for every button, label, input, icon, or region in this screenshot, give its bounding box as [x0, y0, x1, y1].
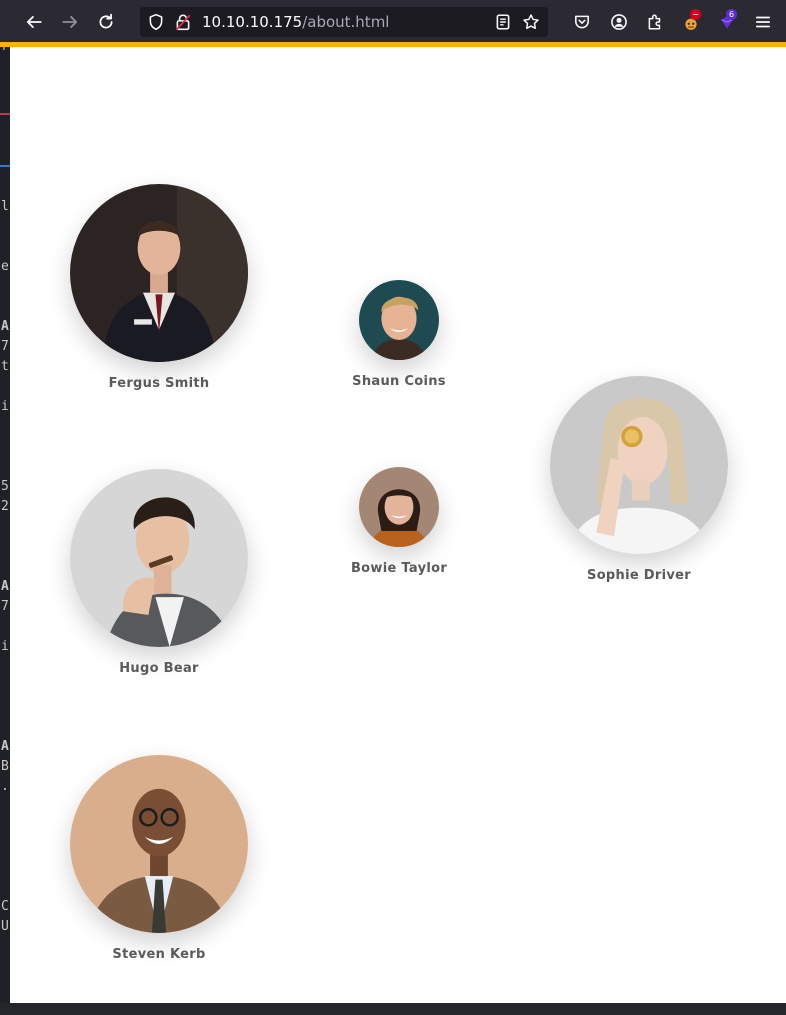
terminal-text: 7: [1, 599, 9, 614]
terminal-text: e: [1, 259, 9, 274]
terminal-text: U: [1, 919, 9, 934]
back-arrow-icon[interactable]: [24, 12, 44, 32]
portrait-smiling-woman: [359, 467, 439, 547]
terminal-text: .: [1, 779, 9, 794]
avatar: [70, 184, 248, 362]
terminal-text: A: [1, 319, 9, 334]
reload-icon[interactable]: [96, 12, 116, 32]
terminal-text: A: [1, 739, 9, 754]
terminal-text: i: [1, 399, 9, 414]
team-member-card: Hugo Bear: [70, 469, 248, 676]
terminal-divider: [0, 113, 10, 115]
portrait-man-dark-suit: [70, 184, 248, 362]
browser-toolbar: 10.10.10.175/about.html − 6: [0, 0, 786, 44]
portrait-smiling-man: [359, 280, 439, 360]
reader-view-icon[interactable]: [493, 12, 513, 32]
url-path: /about.html: [302, 13, 390, 31]
fox-extension-badge: −: [690, 9, 701, 20]
terminal-divider: [0, 165, 10, 167]
team-member-card: Bowie Taylor: [329, 467, 469, 576]
terminal-text: l: [1, 199, 9, 214]
avatar: [550, 376, 728, 554]
avatar: [70, 755, 248, 933]
portrait-blonde-woman-coin: [550, 376, 728, 554]
portrait-man-glasses-tweed: [70, 755, 248, 933]
url-host: 10.10.10.175: [202, 13, 303, 31]
terminal-text: 2: [1, 499, 9, 514]
team-member-card: Steven Kerb: [70, 755, 248, 962]
terminal-text: t: [1, 359, 9, 374]
lock-insecure-icon[interactable]: [173, 12, 193, 32]
terminal-text: i: [1, 639, 9, 654]
team-member-card: Sophie Driver: [550, 376, 728, 583]
avatar: [359, 280, 439, 360]
team-member-card: Shaun Coins: [329, 280, 469, 389]
desktop-bottom-bar: [0, 1003, 786, 1015]
address-bar[interactable]: 10.10.10.175/about.html: [140, 7, 548, 37]
bookmark-star-icon[interactable]: [521, 12, 541, 32]
terminal-text: 5: [1, 479, 9, 494]
avatar: [359, 467, 439, 547]
member-name: Sophie Driver: [587, 568, 691, 583]
team-member-card: Fergus Smith: [70, 184, 248, 391]
url-text[interactable]: 10.10.10.175/about.html: [202, 13, 389, 31]
terminal-text: C: [1, 899, 9, 914]
about-page: Fergus Smith Shaun Coins Sophie Driver H…: [10, 47, 786, 1003]
member-name: Fergus Smith: [108, 376, 210, 391]
portrait-man-with-cigar: [70, 469, 248, 647]
member-name: Hugo Bear: [119, 661, 199, 676]
terminal-text: 7: [1, 339, 9, 354]
member-name: Shaun Coins: [352, 374, 446, 389]
forward-arrow-icon[interactable]: [60, 12, 80, 32]
background-terminal-strip: r l e A 7 t i 5 2 A 7 i A B . C U: [0, 47, 10, 1003]
extension-count-badge: 6: [726, 9, 737, 20]
member-name: Bowie Taylor: [350, 561, 448, 576]
hamburger-menu-icon[interactable]: [753, 12, 773, 32]
account-icon[interactable]: [609, 12, 629, 32]
extensions-icon[interactable]: [645, 12, 665, 32]
pocket-icon[interactable]: [572, 12, 592, 32]
shield-icon[interactable]: [146, 12, 166, 32]
member-name: Steven Kerb: [112, 947, 206, 962]
avatar: [70, 469, 248, 647]
terminal-text: B: [1, 759, 9, 774]
terminal-text: r: [1, 47, 9, 54]
terminal-text: A: [1, 579, 9, 594]
